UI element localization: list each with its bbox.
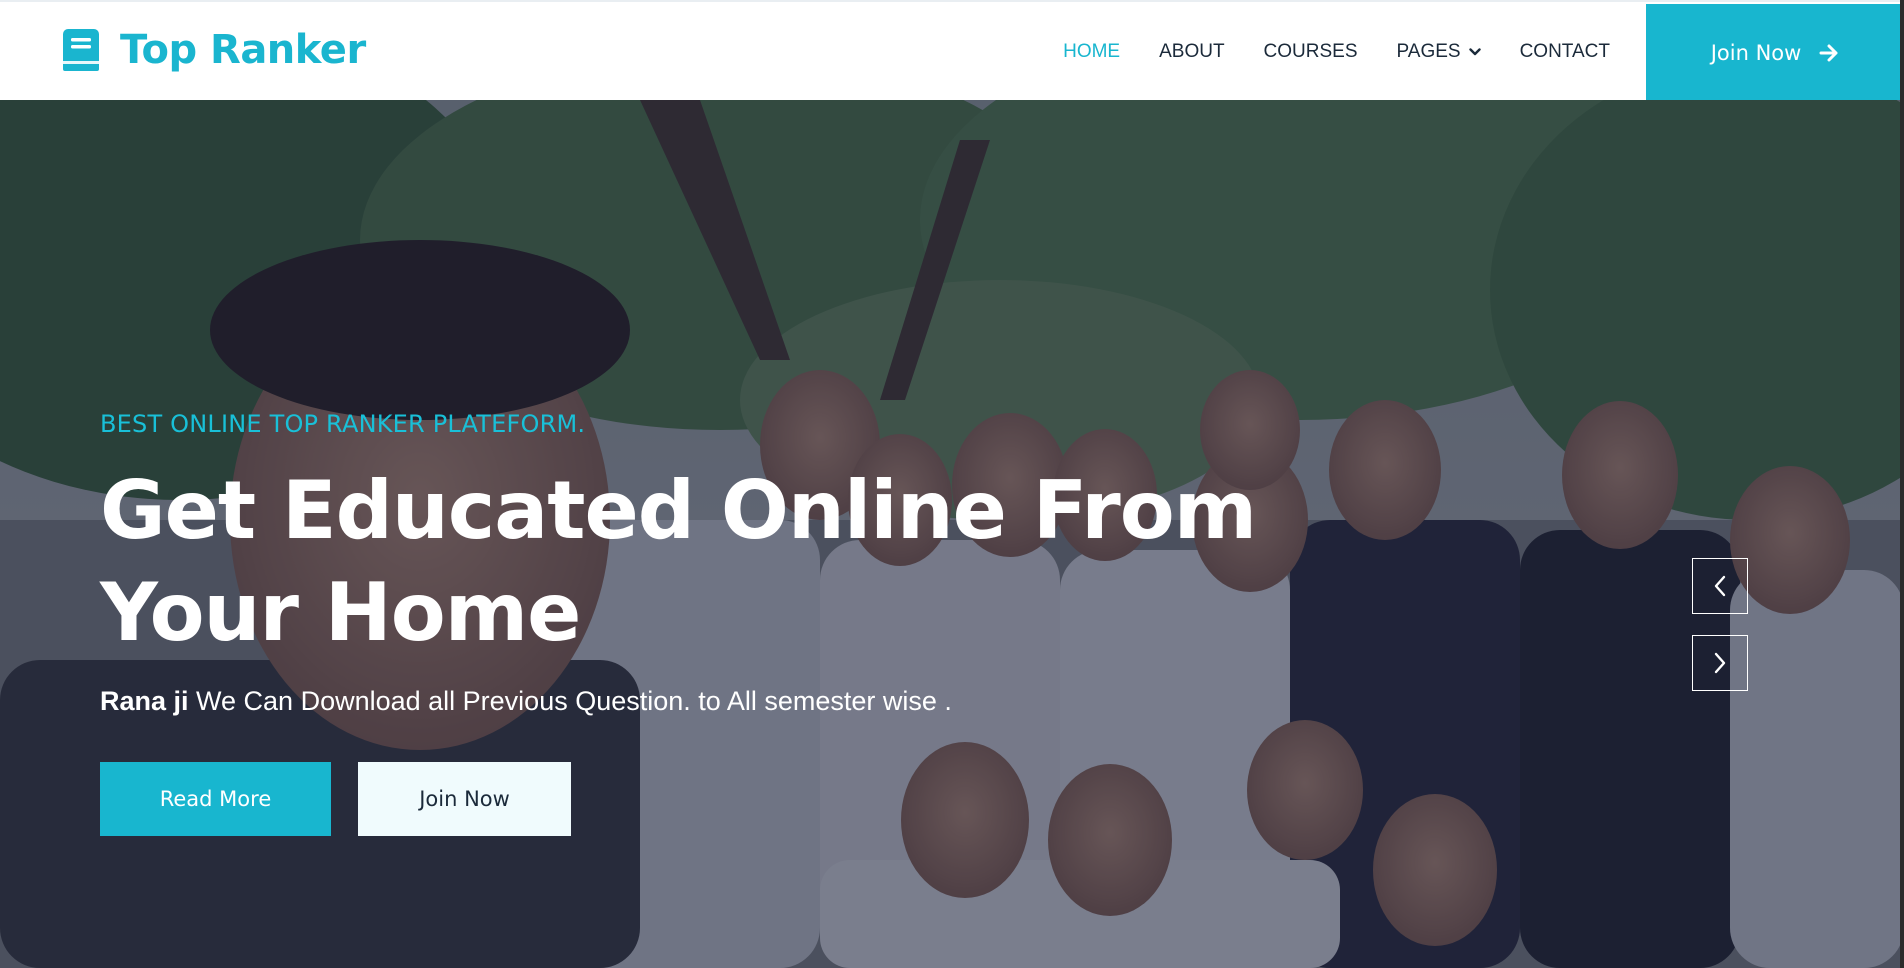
nav-pages-label: PAGES xyxy=(1396,41,1461,62)
carousel-next-button[interactable] xyxy=(1692,635,1748,691)
nav-courses[interactable]: COURSES xyxy=(1264,41,1358,63)
nav-contact[interactable]: CONTACT xyxy=(1520,41,1610,63)
main-nav: HOME ABOUT COURSES PAGES CONTACT xyxy=(1063,2,1610,102)
hero-carousel: BEST ONLINE TOP RANKER PLATEFORM. Get Ed… xyxy=(0,100,1904,968)
nav-about-label: ABOUT xyxy=(1159,41,1225,62)
brand-name: Top Ranker xyxy=(120,27,366,73)
hero-headline-line2: Your Home xyxy=(100,566,581,659)
chevron-left-icon xyxy=(1714,575,1726,597)
carousel-prev-button[interactable] xyxy=(1692,558,1748,614)
nav-about[interactable]: ABOUT xyxy=(1159,41,1224,63)
join-now-header-button[interactable]: Join Now xyxy=(1646,4,1904,102)
hero-eyebrow: BEST ONLINE TOP RANKER PLATEFORM. xyxy=(100,410,586,438)
nav-home-label: HOME xyxy=(1063,41,1121,62)
book-icon xyxy=(63,29,99,71)
chevron-down-icon xyxy=(1468,48,1481,56)
nav-pages-dropdown[interactable]: PAGES xyxy=(1397,41,1481,63)
read-more-label: Read More xyxy=(159,787,272,811)
chevron-right-icon xyxy=(1714,652,1726,674)
join-now-hero-button[interactable]: Join Now xyxy=(358,762,571,836)
nav-home[interactable]: HOME xyxy=(1063,41,1120,63)
join-now-header-label: Join Now xyxy=(1710,41,1802,65)
read-more-button[interactable]: Read More xyxy=(100,762,331,836)
arrow-right-icon xyxy=(1819,44,1838,62)
hero-subline-text: We Can Download all Previous Question. t… xyxy=(188,686,952,716)
top-navbar: Top Ranker HOME ABOUT COURSES PAGES CONT… xyxy=(0,0,1904,102)
hero-headline-line1: Get Educated Online From xyxy=(100,464,1257,557)
hero-buttons: Read More Join Now xyxy=(100,762,571,836)
brand-logo[interactable]: Top Ranker xyxy=(62,26,366,74)
hero-headline: Get Educated Online From Your Home xyxy=(100,460,1300,664)
join-now-hero-label: Join Now xyxy=(419,787,510,811)
hero-text-block: BEST ONLINE TOP RANKER PLATEFORM. Get Ed… xyxy=(100,410,1300,717)
nav-courses-label: COURSES xyxy=(1263,41,1358,62)
nav-contact-label: CONTACT xyxy=(1519,41,1610,62)
hero-subline-name: Rana ji xyxy=(100,686,189,716)
window-scrollbar[interactable] xyxy=(1900,0,1904,968)
hero-subline: Rana ji We Can Download all Previous Que… xyxy=(100,686,1300,717)
